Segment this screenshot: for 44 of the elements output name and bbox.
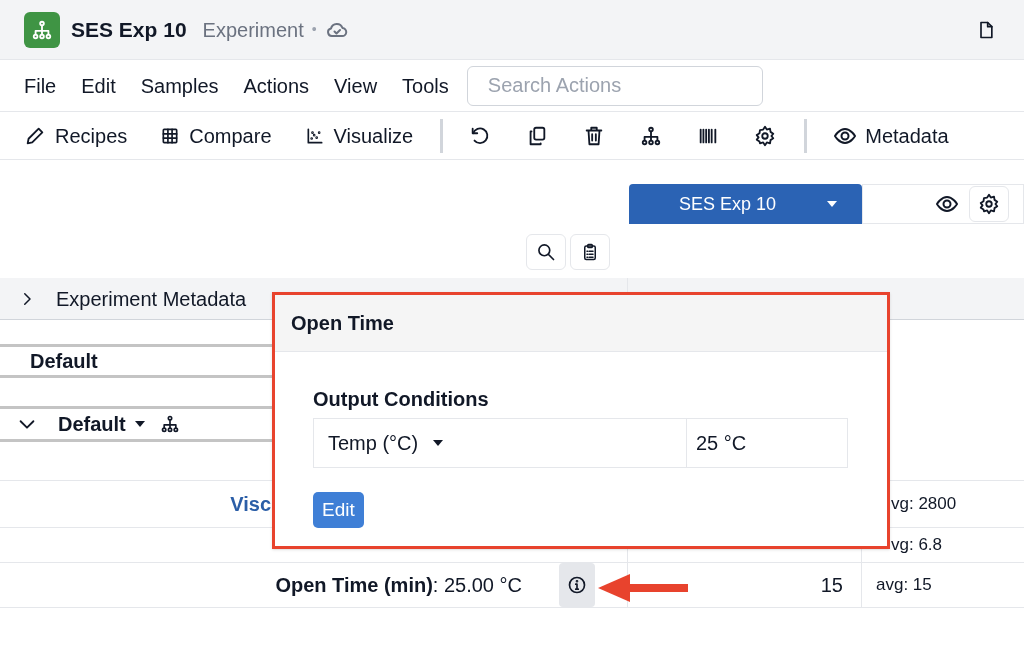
settings-icon <box>754 124 777 147</box>
hierarchy-icon <box>159 414 180 434</box>
settings-button[interactable] <box>969 186 1009 222</box>
info-button[interactable] <box>559 563 595 607</box>
menu-item[interactable]: File <box>24 70 57 101</box>
edit-button[interactable]: Edit <box>313 492 364 528</box>
menu-item[interactable]: Samples <box>140 70 219 101</box>
average-cell: vg: 2800 <box>891 494 957 514</box>
popover-title: Open Time <box>291 311 394 336</box>
condition-value: 25 °C <box>696 431 747 456</box>
group-label: Default <box>30 349 98 374</box>
caret-icon <box>432 439 445 447</box>
average-cell: vg: 6.8 <box>891 535 943 555</box>
property-label: Open Time (min): 25.00 °C <box>275 573 522 598</box>
menu-item[interactable]: Actions <box>243 70 310 101</box>
caret-icon <box>133 420 146 428</box>
settings-icon <box>978 193 1000 215</box>
menu-item[interactable]: Tools <box>402 70 449 101</box>
value-cell-text: 15 <box>820 573 843 598</box>
average-cell: avg: 15 <box>876 575 932 595</box>
clipboard-button[interactable] <box>570 234 610 270</box>
caret-icon <box>826 200 838 208</box>
property-link[interactable]: Visc <box>230 489 271 519</box>
toolbar-button[interactable]: Visualize <box>333 120 414 151</box>
hierarchy-icon <box>640 124 663 147</box>
sample-tab[interactable]: SES Exp 10 <box>629 184 862 224</box>
clipboard-icon <box>581 242 599 262</box>
section-heading: Output Conditions <box>313 387 490 412</box>
toolbar-button[interactable]: Recipes <box>55 120 128 151</box>
document-type: Experiment <box>202 17 304 43</box>
toolbar-button[interactable]: Compare <box>189 120 272 151</box>
menu-item[interactable]: Edit <box>81 70 116 101</box>
menu-item[interactable]: View <box>334 70 378 101</box>
separator-dot: • <box>311 20 317 39</box>
metadata-button[interactable]: Metadata <box>865 120 949 151</box>
condition-select[interactable]: Temp (°C) <box>314 419 687 467</box>
info-icon <box>567 575 587 595</box>
document-title: SES Exp 10 <box>71 16 187 43</box>
search-icon <box>536 242 556 262</box>
search-field[interactable]: Search Actions <box>466 65 763 106</box>
app-logo <box>24 11 60 48</box>
group-dropdown[interactable]: Default <box>58 409 146 439</box>
section-title: Experiment Metadata <box>56 286 247 312</box>
search-button[interactable] <box>526 234 566 270</box>
